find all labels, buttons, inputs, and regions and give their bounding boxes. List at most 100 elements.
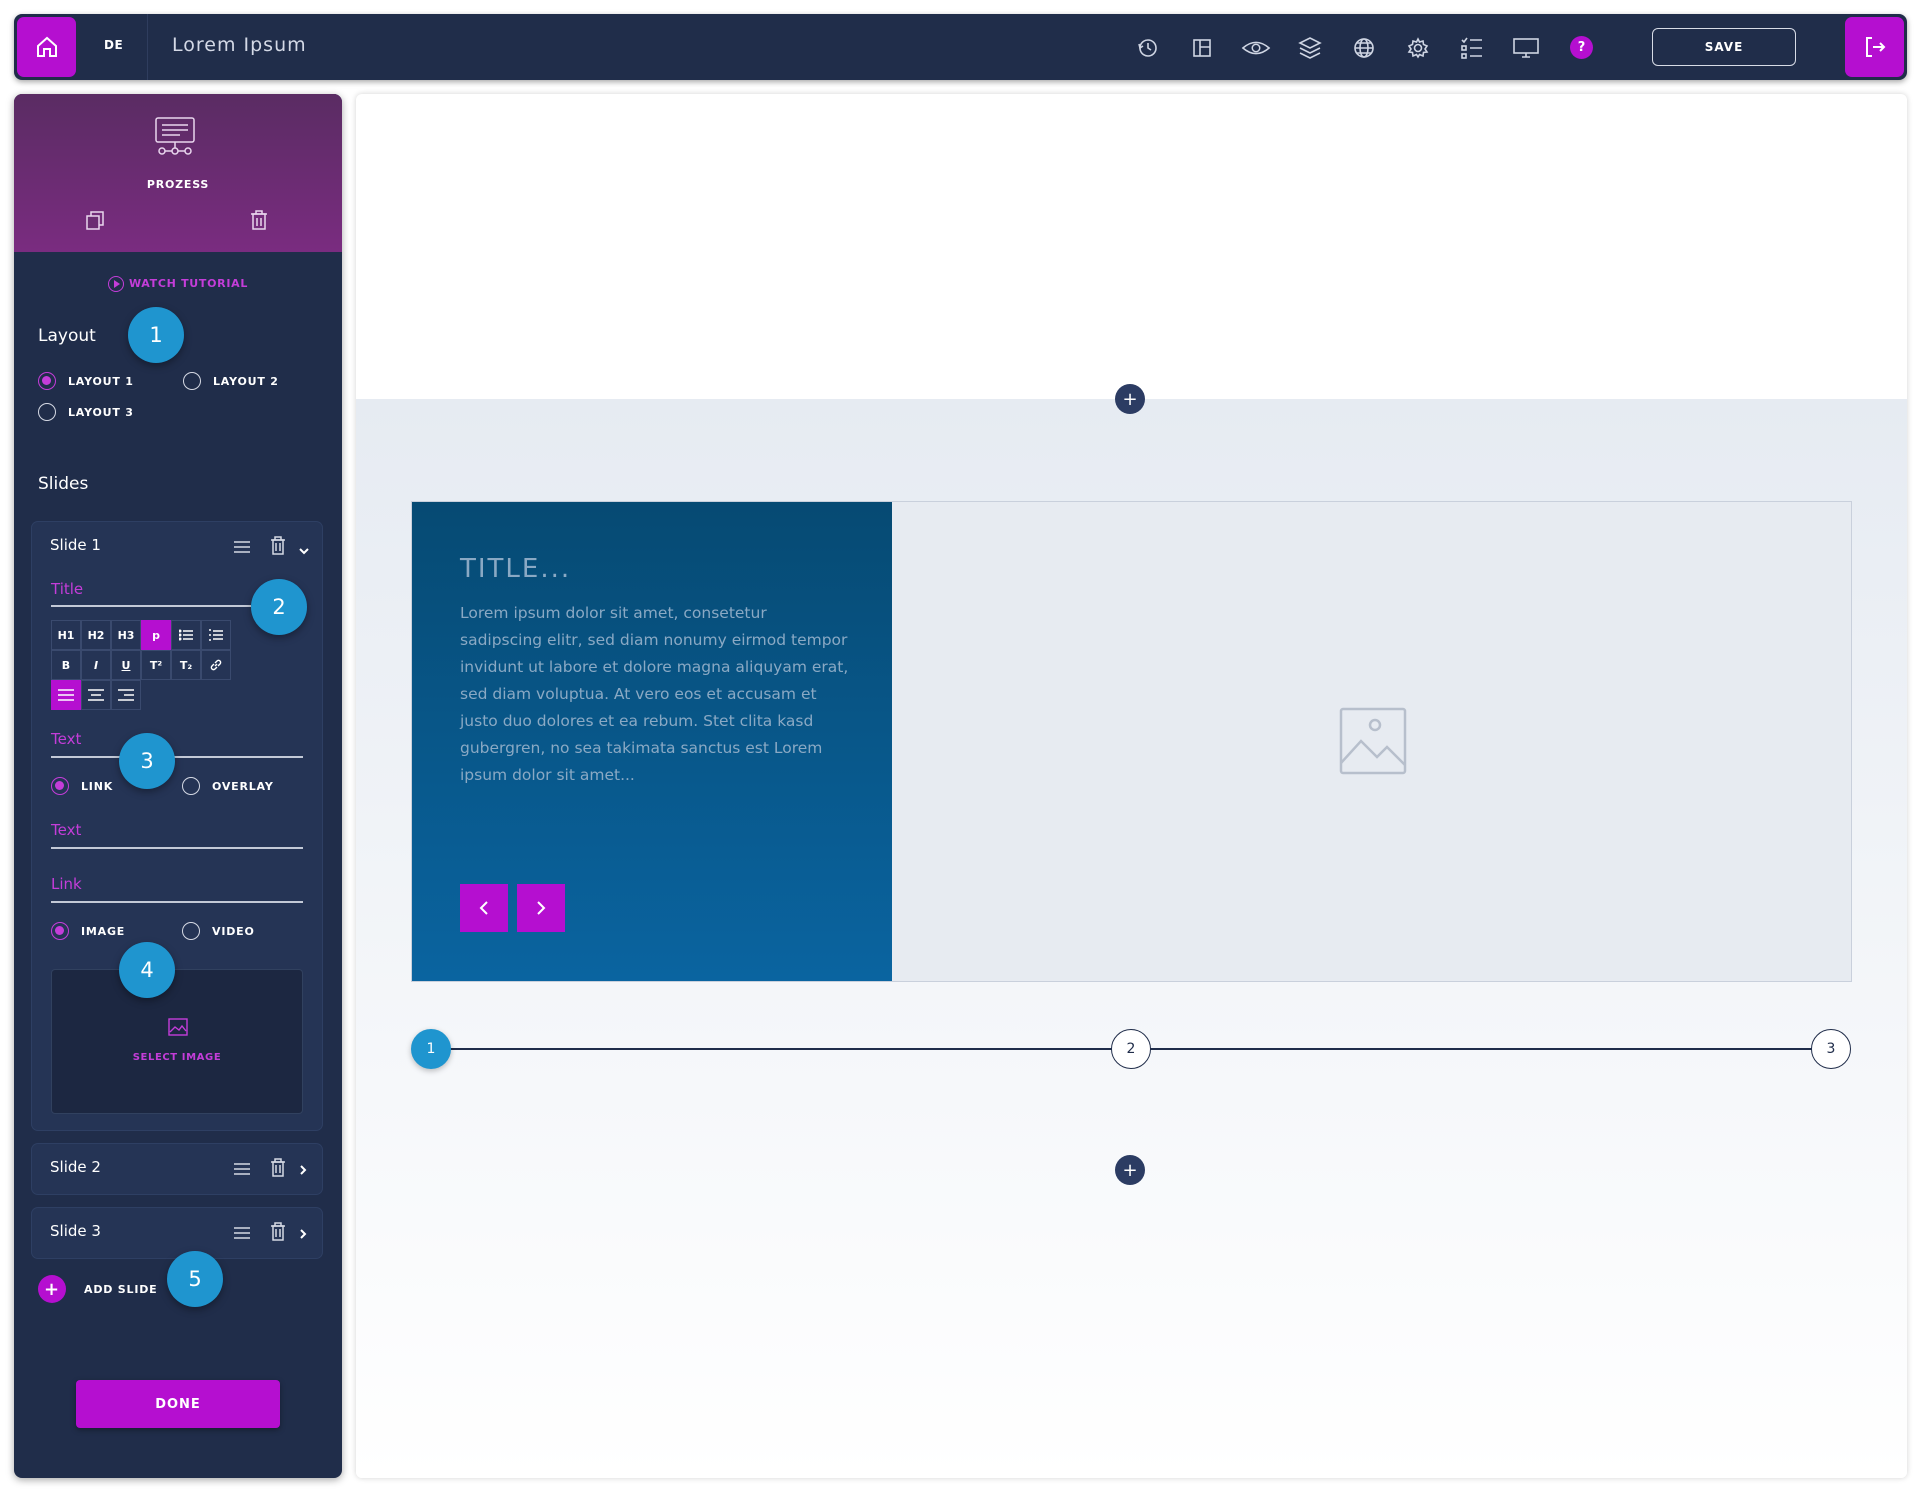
preview-canvas: + TITLE... Lorem ipsum dolor sit amet, c… xyxy=(356,94,1907,1478)
image-option-label: IMAGE xyxy=(81,924,126,938)
link-option[interactable]: LINK xyxy=(51,777,113,795)
home-button[interactable] xyxy=(17,17,76,77)
drag-handle-icon[interactable] xyxy=(234,1161,250,1180)
trash-icon[interactable] xyxy=(270,1158,286,1181)
image-dropzone[interactable]: SELECT IMAGE xyxy=(51,969,303,1114)
step-3[interactable]: 3 xyxy=(1811,1029,1851,1069)
layers-icon[interactable] xyxy=(1295,33,1325,63)
delete-module-icon[interactable] xyxy=(249,209,269,235)
link-text-field[interactable] xyxy=(51,847,303,849)
layout-option-1[interactable]: LAYOUT 1 xyxy=(38,372,134,390)
bullet-list-icon[interactable] xyxy=(171,620,201,650)
layout-icon[interactable] xyxy=(1187,33,1217,63)
add-slide-button[interactable]: + ADD SLIDE xyxy=(38,1275,157,1303)
h2-button[interactable]: H2 xyxy=(81,620,111,650)
chevron-right-icon[interactable] xyxy=(298,1225,308,1244)
layout-option-2[interactable]: LAYOUT 2 xyxy=(183,372,279,390)
exit-button[interactable] xyxy=(1845,17,1904,77)
text-field-label: Text xyxy=(51,730,82,748)
video-option-label: VIDEO xyxy=(212,924,255,938)
slide-name: Slide 3 xyxy=(50,1222,101,1240)
home-icon xyxy=(36,36,57,57)
logout-icon xyxy=(1865,37,1885,57)
add-section-button-bottom[interactable]: + xyxy=(1115,1155,1145,1185)
chevron-right-icon[interactable] xyxy=(298,1161,308,1180)
toolbar-divider xyxy=(147,14,148,80)
done-button[interactable]: DONE xyxy=(76,1380,280,1428)
layout-option-label: LAYOUT 3 xyxy=(68,405,134,419)
step-badge-1: 1 xyxy=(128,307,184,363)
drag-handle-icon[interactable] xyxy=(234,1225,250,1244)
title-field[interactable] xyxy=(51,605,251,607)
text-field[interactable] xyxy=(51,756,303,758)
save-button[interactable]: SAVE xyxy=(1652,28,1796,66)
plus-icon: + xyxy=(38,1275,66,1303)
next-slide-button[interactable] xyxy=(517,884,565,932)
settings-icon[interactable] xyxy=(1403,33,1433,63)
step-badge-4: 4 xyxy=(119,942,175,998)
play-icon xyxy=(107,276,124,292)
layout-heading: Layout xyxy=(38,326,96,346)
trash-icon[interactable] xyxy=(270,1222,286,1245)
step-1[interactable]: 1 xyxy=(411,1029,451,1069)
eye-icon[interactable] xyxy=(1241,33,1271,63)
add-section-button-top[interactable]: + xyxy=(1115,384,1145,414)
help-button[interactable]: ? xyxy=(1570,36,1593,59)
h3-button[interactable]: H3 xyxy=(111,620,141,650)
h1-button[interactable]: H1 xyxy=(51,620,81,650)
trash-icon[interactable] xyxy=(270,536,286,559)
link-url-field[interactable] xyxy=(51,901,303,903)
image-placeholder-icon xyxy=(1339,707,1407,779)
chevron-right-icon xyxy=(537,901,546,915)
globe-icon[interactable] xyxy=(1349,33,1379,63)
chevron-down-icon[interactable] xyxy=(298,541,310,560)
image-option[interactable]: IMAGE xyxy=(51,922,125,940)
numbered-list-icon[interactable] xyxy=(201,620,231,650)
video-option[interactable]: VIDEO xyxy=(182,922,255,940)
drag-handle-icon[interactable] xyxy=(234,539,250,558)
link-text-label: Text xyxy=(51,821,82,839)
radio-unselected xyxy=(182,922,200,940)
layout-option-3[interactable]: LAYOUT 3 xyxy=(38,403,134,421)
step-badge-2: 2 xyxy=(251,579,307,635)
italic-button[interactable]: I xyxy=(81,650,111,680)
slide-text: Lorem ipsum dolor sit amet, consetetur s… xyxy=(460,604,849,784)
radio-unselected xyxy=(182,777,200,795)
radio-selected xyxy=(51,922,69,940)
history-icon[interactable] xyxy=(1133,33,1163,63)
overlay-option[interactable]: OVERLAY xyxy=(182,777,274,795)
superscript-button[interactable]: T² xyxy=(141,650,171,680)
slide-title: TITLE... xyxy=(460,554,572,584)
prev-slide-button[interactable] xyxy=(460,884,508,932)
duplicate-icon[interactable] xyxy=(84,209,106,235)
align-left-icon[interactable] xyxy=(51,680,81,710)
underline-button[interactable]: U xyxy=(111,650,141,680)
slide-3-panel[interactable]: Slide 3 xyxy=(32,1208,322,1258)
select-image-button[interactable]: SELECT IMAGE xyxy=(52,1052,302,1063)
radio-selected xyxy=(38,372,56,390)
watch-tutorial-link[interactable]: WATCH TUTORIAL xyxy=(14,276,342,292)
subscript-button[interactable]: T₂ xyxy=(171,650,201,680)
radio-unselected xyxy=(38,403,56,421)
slide-2-panel[interactable]: Slide 2 xyxy=(32,1144,322,1194)
bold-button[interactable]: B xyxy=(51,650,81,680)
watch-tutorial-label: WATCH TUTORIAL xyxy=(128,277,249,290)
paragraph-button[interactable]: p xyxy=(141,620,171,650)
align-center-icon[interactable] xyxy=(81,680,111,710)
radio-selected xyxy=(51,777,69,795)
checklist-icon[interactable] xyxy=(1457,33,1487,63)
layout-option-label: LAYOUT 2 xyxy=(213,374,279,388)
slide-name: Slide 1 xyxy=(50,536,101,554)
module-header: PROZESS xyxy=(14,94,342,252)
module-label: PROZESS xyxy=(146,178,210,191)
layout-option-label: LAYOUT 1 xyxy=(68,374,134,388)
title-field-label: Title xyxy=(51,580,84,598)
align-right-icon[interactable] xyxy=(111,680,141,710)
step-2[interactable]: 2 xyxy=(1111,1029,1151,1069)
language-switch[interactable]: DE xyxy=(104,38,123,52)
monitor-icon[interactable] xyxy=(1511,33,1541,63)
link-icon[interactable] xyxy=(201,650,231,680)
slides-heading: Slides xyxy=(38,474,89,494)
